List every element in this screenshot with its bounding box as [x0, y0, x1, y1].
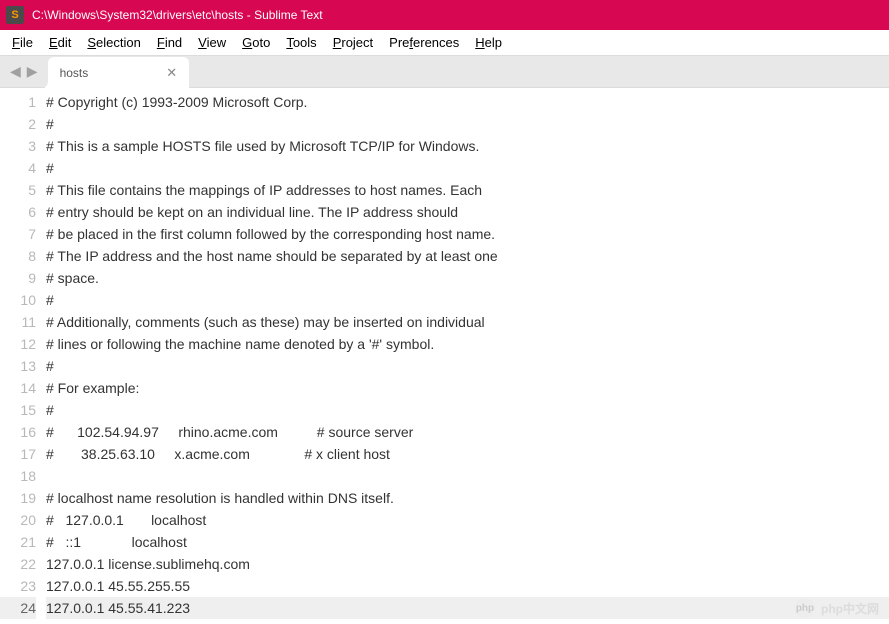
code-line[interactable]: 127.0.0.1 45.55.255.55: [46, 575, 889, 597]
code-line[interactable]: # be placed in the first column followed…: [46, 223, 889, 245]
line-number: 13: [0, 355, 36, 377]
title-bar[interactable]: S C:\Windows\System32\drivers\etc\hosts …: [0, 0, 889, 30]
line-number: 12: [0, 333, 36, 355]
line-number: 24: [0, 597, 36, 619]
code-line[interactable]: # ::1 localhost: [46, 531, 889, 553]
line-number: 16: [0, 421, 36, 443]
code-line[interactable]: # The IP address and the host name shoul…: [46, 245, 889, 267]
code-line[interactable]: # localhost name resolution is handled w…: [46, 487, 889, 509]
line-number: 2: [0, 113, 36, 135]
menu-goto[interactable]: Goto: [234, 32, 278, 53]
line-number: 17: [0, 443, 36, 465]
line-number: 15: [0, 399, 36, 421]
code-line[interactable]: [46, 465, 889, 487]
line-number: 18: [0, 465, 36, 487]
code-line[interactable]: # entry should be kept on an individual …: [46, 201, 889, 223]
menu-help[interactable]: Help: [467, 32, 510, 53]
line-number: 6: [0, 201, 36, 223]
code-line[interactable]: #: [46, 289, 889, 311]
nav-arrows: ◀ ▶: [0, 63, 48, 80]
menu-bar: FileEditSelectionFindViewGotoToolsProjec…: [0, 30, 889, 56]
watermark-label: php中文网: [821, 600, 879, 617]
line-number-gutter: 123456789101112131415161718192021222324: [0, 88, 46, 624]
close-icon[interactable]: ✕: [166, 65, 177, 81]
menu-selection[interactable]: Selection: [79, 32, 148, 53]
line-number: 3: [0, 135, 36, 157]
menu-edit[interactable]: Edit: [41, 32, 79, 53]
code-line[interactable]: # For example:: [46, 377, 889, 399]
line-number: 7: [0, 223, 36, 245]
tab-active[interactable]: hosts ✕: [48, 57, 190, 89]
tab-strip: ◀ ▶ hosts ✕: [0, 56, 889, 88]
line-number: 4: [0, 157, 36, 179]
line-number: 21: [0, 531, 36, 553]
code-line[interactable]: # 38.25.63.10 x.acme.com # x client host: [46, 443, 889, 465]
menu-project[interactable]: Project: [325, 32, 381, 53]
nav-back-icon[interactable]: ◀: [10, 63, 21, 80]
code-line[interactable]: 127.0.0.1 license.sublimehq.com: [46, 553, 889, 575]
code-content[interactable]: # Copyright (c) 1993-2009 Microsoft Corp…: [46, 88, 889, 624]
nav-forward-icon[interactable]: ▶: [27, 63, 38, 80]
line-number: 19: [0, 487, 36, 509]
watermark-icon: php: [795, 598, 815, 618]
line-number: 22: [0, 553, 36, 575]
line-number: 8: [0, 245, 36, 267]
code-line[interactable]: # Additionally, comments (such as these)…: [46, 311, 889, 333]
code-line[interactable]: # 127.0.0.1 localhost: [46, 509, 889, 531]
code-line[interactable]: #: [46, 399, 889, 421]
line-number: 9: [0, 267, 36, 289]
code-line[interactable]: # This is a sample HOSTS file used by Mi…: [46, 135, 889, 157]
line-number: 11: [0, 311, 36, 333]
code-line[interactable]: #: [46, 157, 889, 179]
line-number: 23: [0, 575, 36, 597]
menu-find[interactable]: Find: [149, 32, 190, 53]
code-line[interactable]: # lines or following the machine name de…: [46, 333, 889, 355]
menu-preferences[interactable]: Preferences: [381, 32, 467, 53]
tab-label: hosts: [60, 66, 89, 80]
menu-view[interactable]: View: [190, 32, 234, 53]
code-line[interactable]: #: [46, 113, 889, 135]
app-icon: S: [6, 6, 24, 24]
code-line[interactable]: # This file contains the mappings of IP …: [46, 179, 889, 201]
line-number: 10: [0, 289, 36, 311]
code-line[interactable]: #: [46, 355, 889, 377]
line-number: 20: [0, 509, 36, 531]
line-number: 1: [0, 91, 36, 113]
code-line[interactable]: # 102.54.94.97 rhino.acme.com # source s…: [46, 421, 889, 443]
code-line[interactable]: # Copyright (c) 1993-2009 Microsoft Corp…: [46, 91, 889, 113]
code-line[interactable]: 127.0.0.1 45.55.41.223: [46, 597, 889, 619]
watermark: php php中文网: [795, 598, 879, 618]
window-title: C:\Windows\System32\drivers\etc\hosts - …: [32, 8, 323, 22]
line-number: 14: [0, 377, 36, 399]
menu-file[interactable]: File: [4, 32, 41, 53]
line-number: 5: [0, 179, 36, 201]
editor-area[interactable]: 123456789101112131415161718192021222324 …: [0, 88, 889, 624]
code-line[interactable]: # space.: [46, 267, 889, 289]
menu-tools[interactable]: Tools: [278, 32, 324, 53]
